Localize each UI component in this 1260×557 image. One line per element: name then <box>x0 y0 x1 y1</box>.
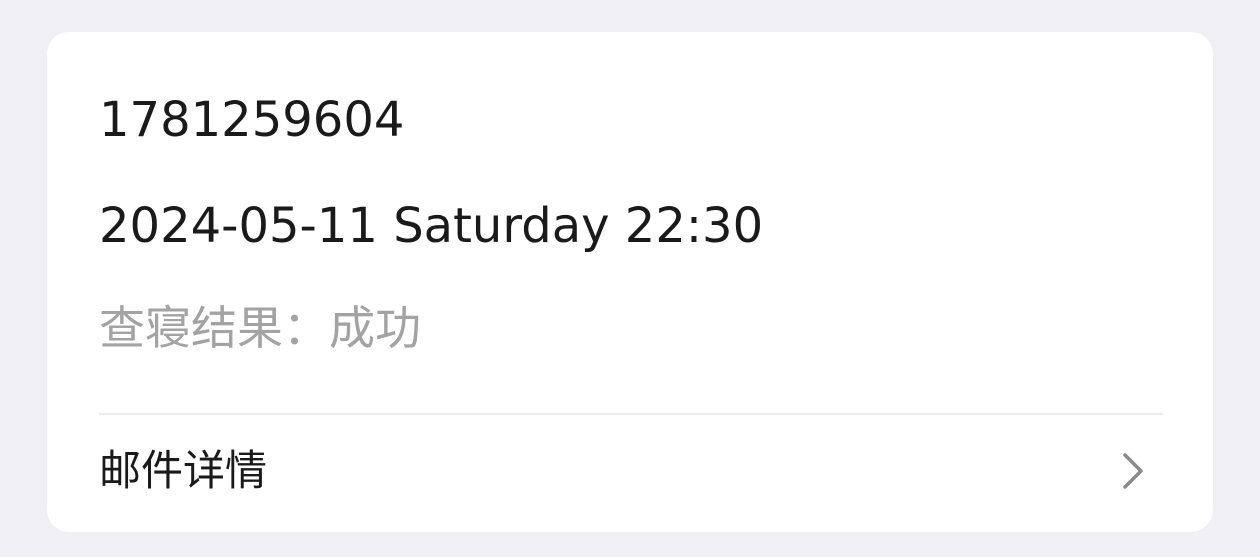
record-id: 1781259604 <box>99 92 405 148</box>
inspection-record-card: 1781259604 2024-05-11 Saturday 22:30 查寝结… <box>47 32 1213 532</box>
mail-details-label: 邮件详情 <box>99 446 268 495</box>
result-value: 成功 <box>329 301 421 355</box>
chevron-right-icon <box>1123 453 1143 489</box>
inspection-result: 查寝结果：成功 <box>99 298 421 358</box>
result-label: 查寝结果： <box>99 301 329 355</box>
record-datetime: 2024-05-11 Saturday 22:30 <box>99 198 764 254</box>
mail-details-row[interactable]: 邮件详情 <box>47 415 1213 532</box>
